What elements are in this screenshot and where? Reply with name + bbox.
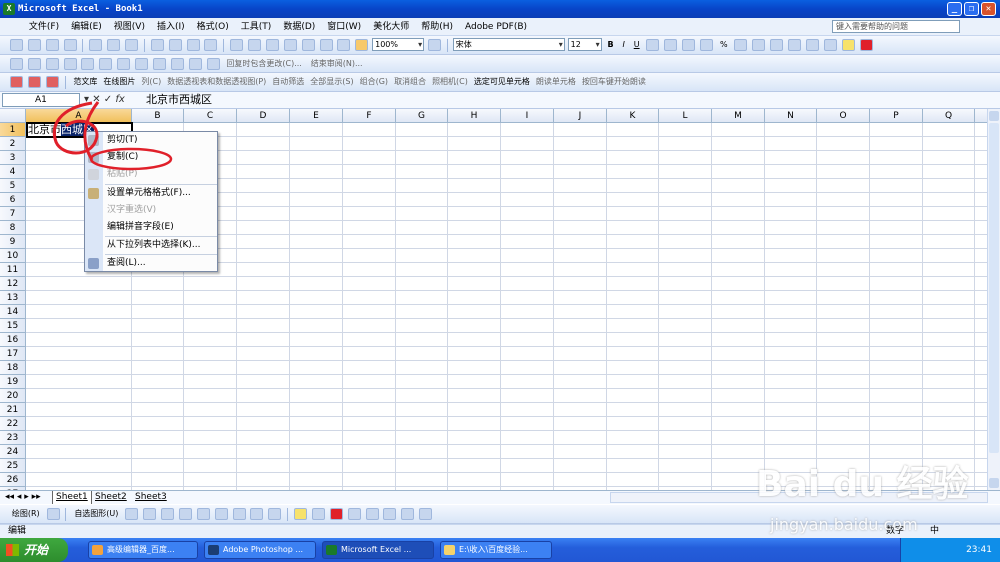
- watermark-brand: Bai du 经验: [756, 464, 969, 505]
- watermark-url: jingyan.baidu.com: [770, 515, 918, 534]
- annotation-circle-copy: [89, 147, 173, 171]
